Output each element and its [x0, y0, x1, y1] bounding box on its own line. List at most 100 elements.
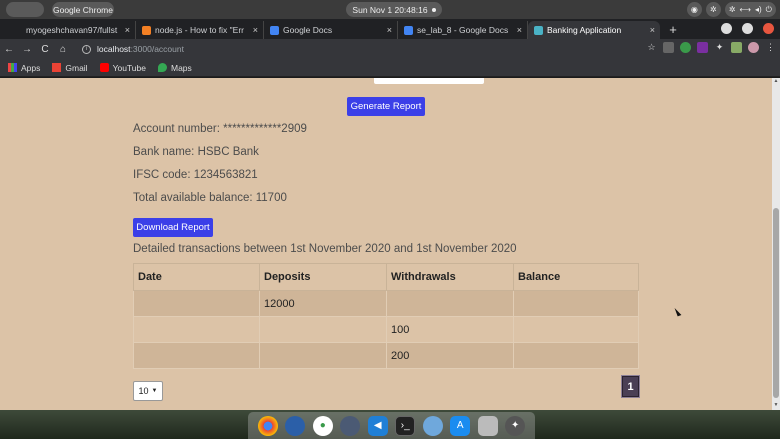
apple-menu-button[interactable] [6, 2, 44, 17]
network-icon: ⟷ [739, 5, 751, 14]
bookmark-youtube[interactable]: YouTube [99, 62, 146, 73]
url-path: :3000/account [130, 44, 184, 54]
forward-icon[interactable]: → [18, 44, 36, 55]
table-cell [513, 342, 639, 369]
scroll-up-icon[interactable]: ▲ [772, 78, 780, 86]
bookmark-label: YouTube [112, 62, 146, 73]
postgres-icon[interactable] [340, 415, 361, 436]
info-icon[interactable]: i [82, 44, 91, 54]
gmail-icon [52, 63, 62, 72]
app-store-icon[interactable]: A [450, 415, 471, 436]
finder-icon[interactable] [422, 415, 443, 436]
table-cell [133, 342, 260, 369]
bookmark-star-icon[interactable]: ☆ [646, 42, 657, 53]
page-size-select[interactable]: 10 ▼ [133, 381, 163, 401]
app-icon [534, 25, 543, 35]
extension-icon[interactable] [663, 42, 674, 53]
stackoverflow-icon [142, 25, 151, 35]
antivirus-icon[interactable]: ◉ [686, 2, 702, 17]
close-tab-icon[interactable]: × [650, 25, 655, 35]
minimize-icon[interactable] [721, 23, 732, 34]
active-app-name[interactable]: Google Chrome [52, 2, 114, 17]
bookmark-apps[interactable]: Apps [8, 63, 40, 73]
puzzle-icon[interactable]: ✦ [714, 42, 725, 53]
apps-grid-icon [8, 63, 17, 72]
system-tray: ◉ ✲ ✲ ⟷ ◂) ⏻ [686, 2, 776, 17]
table-cell [259, 342, 387, 369]
bookmark-label: Maps [170, 62, 192, 73]
page-viewport: Generate Report Account number: ********… [0, 78, 780, 410]
status-icons[interactable]: ✲ ⟷ ◂) ⏻ [724, 2, 776, 17]
pagination-page-button[interactable]: 1 [622, 376, 639, 397]
download-report-button[interactable]: Download Report [133, 218, 213, 237]
bookmarks-bar: Apps Gmail YouTube Maps [0, 59, 780, 77]
bookmark-label: Gmail [65, 62, 88, 73]
tab-strip: myogeshchavan97/fullst × node.js - How t… [0, 19, 780, 39]
dock: ● ◀ ›_ A ✦ [248, 412, 535, 439]
close-tab-icon[interactable]: × [387, 25, 392, 35]
chrome-icon[interactable] [257, 415, 278, 436]
tab-label: Banking Application [547, 25, 622, 35]
address-bar[interactable]: i localhost:3000/account [82, 41, 662, 57]
tab-se-lab[interactable]: se_lab_8 - Google Docs × [398, 21, 528, 39]
google-docs-icon [270, 25, 279, 35]
url-host: localhost [97, 44, 131, 54]
reload-icon[interactable]: C [36, 44, 54, 55]
tab-banking-application[interactable]: Banking Application × [528, 21, 660, 39]
close-tab-icon[interactable]: × [253, 25, 258, 35]
tab-label: node.js - How to fix "Err [155, 25, 244, 35]
tab-github[interactable]: myogeshchavan97/fullst × [0, 21, 136, 39]
bookmark-maps[interactable]: Maps [157, 62, 192, 73]
transactions-table: Date Deposits Withdrawals Balance 12000 … [133, 263, 639, 369]
home-icon[interactable]: ⌂ [54, 44, 72, 55]
table-header-row: Date Deposits Withdrawals Balance [133, 263, 639, 291]
record-dot-icon [431, 7, 436, 12]
column-header[interactable]: Balance [513, 263, 639, 291]
table-cell [133, 290, 260, 317]
disk-utility-icon[interactable] [285, 415, 306, 436]
extension-icon[interactable] [731, 42, 742, 53]
close-tab-icon[interactable]: × [125, 25, 130, 35]
table-cell: 100 [386, 316, 514, 343]
vscode-icon[interactable]: ◀ [367, 415, 388, 436]
tab-google-docs[interactable]: Google Docs × [264, 21, 398, 39]
column-header[interactable]: Date [133, 263, 260, 291]
column-header[interactable]: Withdrawals [386, 263, 514, 291]
terminal-icon[interactable]: ›_ [395, 415, 416, 436]
table-cell [259, 316, 387, 343]
scrollbar-thumb[interactable] [773, 208, 779, 398]
trash-icon[interactable] [477, 415, 498, 436]
accessibility-icon[interactable]: ✲ [705, 2, 721, 17]
tab-stackoverflow[interactable]: node.js - How to fix "Err × [136, 21, 264, 39]
extension-icon[interactable] [697, 42, 708, 53]
extension-icon[interactable] [680, 42, 691, 53]
launchpad-icon[interactable]: ✦ [505, 415, 526, 436]
close-tab-icon[interactable]: × [517, 25, 522, 35]
google-docs-icon [404, 25, 413, 35]
generate-report-button[interactable]: Generate Report [347, 97, 425, 116]
clock-text: Sun Nov 1 20:48:16 [352, 4, 428, 15]
bookmark-gmail[interactable]: Gmail [52, 62, 88, 73]
ifsc-code: IFSC code: 1234563821 [133, 169, 258, 181]
menu-icon[interactable]: ⋮ [765, 42, 776, 53]
maximize-icon[interactable] [742, 23, 753, 34]
clock[interactable]: Sun Nov 1 20:48:16 [346, 2, 442, 17]
extensions: ☆ ✦ ⋮ [646, 42, 776, 53]
volume-icon: ◂) [754, 5, 762, 14]
os-menu-bar: Google Chrome Sun Nov 1 20:48:16 ◉ ✲ ✲ ⟷… [0, 0, 780, 19]
table-cell [513, 316, 639, 343]
column-header[interactable]: Deposits [259, 263, 387, 291]
bookmark-label: Apps [21, 62, 41, 73]
back-icon[interactable]: ← [0, 44, 18, 55]
scroll-down-icon[interactable]: ▼ [772, 402, 780, 410]
mouse-cursor-icon [674, 306, 682, 317]
avatar[interactable] [748, 42, 759, 53]
caret-down-icon: ▼ [151, 388, 158, 394]
new-tab-icon[interactable]: + [664, 21, 682, 39]
close-window-icon[interactable] [763, 23, 774, 34]
table-cell [386, 290, 514, 317]
mongodb-icon[interactable]: ● [312, 415, 333, 436]
youtube-icon [99, 63, 109, 72]
vertical-scrollbar[interactable]: ▲ ▼ [772, 78, 780, 410]
input-box-edge[interactable] [374, 78, 484, 84]
